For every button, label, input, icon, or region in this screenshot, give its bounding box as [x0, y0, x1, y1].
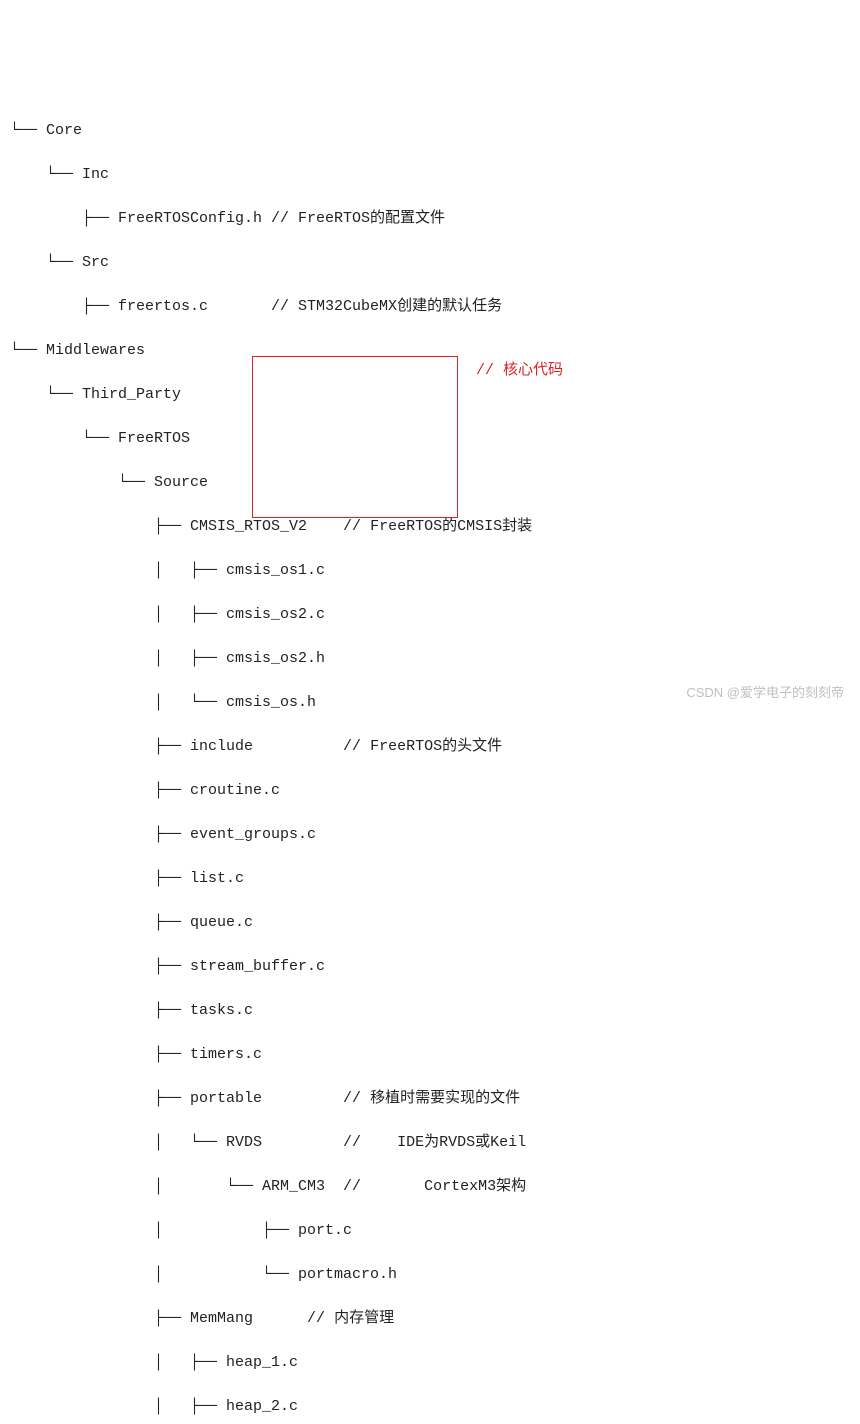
tree-line: ├── list.c: [10, 868, 850, 890]
tree-line: ├── stream_buffer.c: [10, 956, 850, 978]
tree-path: │ └── ARM_CM3 //: [10, 1178, 424, 1195]
tree-line: ├── MemMang // 内存管理: [10, 1308, 850, 1330]
tree-comment: STM32CubeMX创建的默认任务: [298, 298, 502, 315]
tree-line: └── Src: [10, 252, 850, 274]
tree-line: ├── FreeRTOSConfig.h // FreeRTOS的配置文件: [10, 208, 850, 230]
tree-comment: FreeRTOS的CMSIS封装: [370, 518, 532, 535]
tree-line: │ ├── heap_1.c: [10, 1352, 850, 1374]
tree-comment: 内存管理: [334, 1310, 394, 1327]
tree-path: ├── CMSIS_RTOS_V2 //: [10, 518, 370, 535]
tree-line: │ ├── port.c: [10, 1220, 850, 1242]
tree-path: ├── portable //: [10, 1090, 370, 1107]
tree-line: └── FreeRTOS: [10, 428, 850, 450]
tree-line: ├── CMSIS_RTOS_V2 // FreeRTOS的CMSIS封装: [10, 516, 850, 538]
tree-line: └── Third_Party: [10, 384, 850, 406]
tree-comment: 移植时需要实现的文件: [370, 1090, 520, 1107]
tree-line: │ └── RVDS // IDE为RVDS或Keil: [10, 1132, 850, 1154]
tree-line: │ ├── cmsis_os2.h: [10, 648, 850, 670]
tree-line: ├── event_groups.c: [10, 824, 850, 846]
tree-line: └── Source: [10, 472, 850, 494]
tree-comment: FreeRTOS的配置文件: [298, 210, 445, 227]
tree-line: ├── queue.c: [10, 912, 850, 934]
watermark-text: CSDN @爱学电子的刻刻帝: [686, 682, 844, 704]
tree-line: │ ├── cmsis_os2.c: [10, 604, 850, 626]
tree-line: ├── croutine.c: [10, 780, 850, 802]
tree-line: └── Middlewares: [10, 340, 850, 362]
tree-comment: CortexM3架构: [424, 1178, 526, 1195]
tree-line: ├── include // FreeRTOS的头文件: [10, 736, 850, 758]
tree-line: ├── portable // 移植时需要实现的文件: [10, 1088, 850, 1110]
tree-path: ├── freertos.c //: [10, 298, 298, 315]
tree-line: └── Core: [10, 120, 850, 142]
tree-path: │ └── RVDS //: [10, 1134, 397, 1151]
tree-path: ├── MemMang //: [10, 1310, 334, 1327]
directory-tree: └── Core └── Inc ├── FreeRTOSConfig.h //…: [10, 98, 850, 1424]
tree-comment: FreeRTOS的头文件: [370, 738, 502, 755]
tree-path: ├── FreeRTOSConfig.h //: [10, 210, 298, 227]
core-code-annotation: // 核心代码: [476, 360, 563, 382]
tree-line: ├── tasks.c: [10, 1000, 850, 1022]
tree-line: │ └── portmacro.h: [10, 1264, 850, 1286]
tree-line: ├── freertos.c // STM32CubeMX创建的默认任务: [10, 296, 850, 318]
tree-line: │ ├── heap_2.c: [10, 1396, 850, 1418]
tree-line: ├── timers.c: [10, 1044, 850, 1066]
tree-line: │ ├── cmsis_os1.c: [10, 560, 850, 582]
tree-line: │ └── ARM_CM3 // CortexM3架构: [10, 1176, 850, 1198]
tree-comment: IDE为RVDS或Keil: [397, 1134, 526, 1151]
tree-line: └── Inc: [10, 164, 850, 186]
tree-path: ├── include //: [10, 738, 370, 755]
